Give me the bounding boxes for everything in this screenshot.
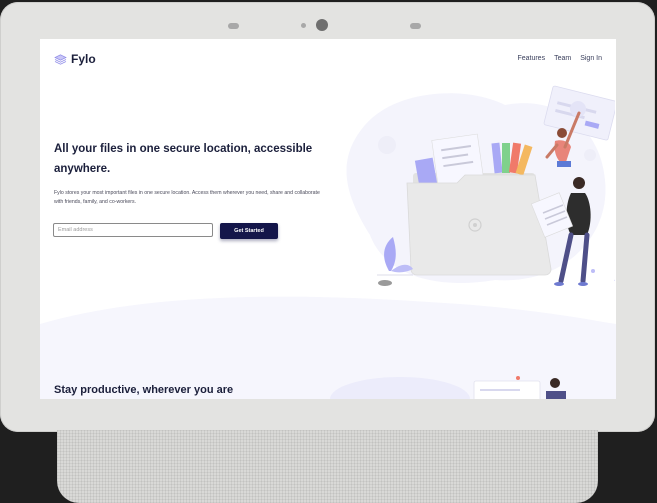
- device-screen: Fylo Features Team Sign In All your file…: [40, 39, 616, 399]
- productivity-illustration: [330, 376, 566, 399]
- hero-illustration: [346, 85, 615, 286]
- layers-logo-icon: [54, 53, 67, 65]
- hero-description: Fylo stores your most important files in…: [54, 190, 320, 205]
- hero-title: All your files in one secure location, a…: [54, 143, 313, 175]
- sensor-slot-right: [410, 23, 421, 29]
- camera-icon: [316, 19, 328, 31]
- sensor-slot-left: [228, 23, 239, 29]
- microphone-dot: [301, 23, 306, 28]
- get-started-button[interactable]: Get Started: [220, 223, 278, 239]
- section-title: Stay productive, wherever you are: [54, 384, 234, 396]
- top-nav: Features Team Sign In: [517, 55, 602, 62]
- nav-link-team[interactable]: Team: [554, 55, 571, 62]
- smart-display-frame: Fylo Features Team Sign In All your file…: [0, 2, 655, 432]
- nav-link-features[interactable]: Features: [517, 55, 545, 62]
- nav-link-sign-in[interactable]: Sign In: [580, 55, 602, 62]
- logo[interactable]: Fylo: [54, 52, 96, 66]
- logo-text: Fylo: [71, 52, 96, 66]
- speaker-base: [57, 430, 598, 503]
- email-input[interactable]: [53, 223, 213, 237]
